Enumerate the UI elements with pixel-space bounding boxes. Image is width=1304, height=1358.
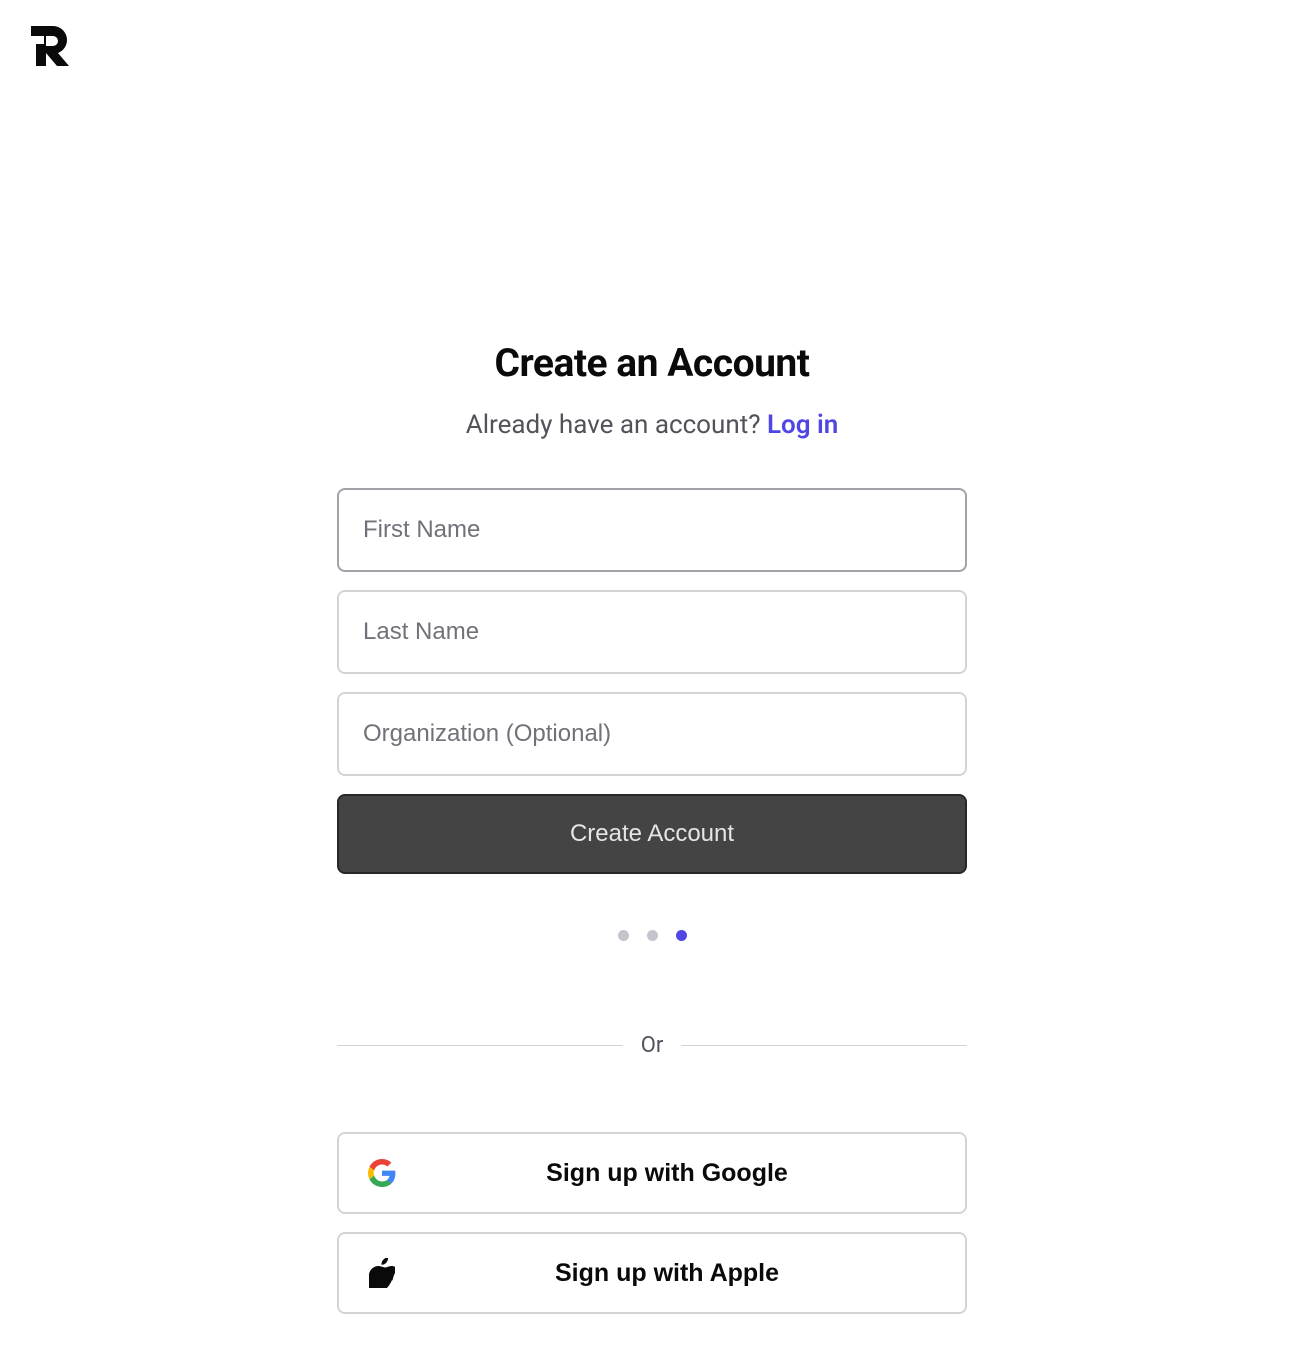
first-name-field[interactable] — [337, 488, 967, 572]
divider-line — [681, 1045, 967, 1046]
signup-card: Create an Account Already have an accoun… — [337, 340, 967, 1314]
divider-label: Or — [641, 1033, 664, 1058]
progress-dots — [618, 930, 687, 941]
divider: Or — [337, 1033, 967, 1058]
google-signup-label: Sign up with Google — [397, 1159, 937, 1188]
organization-field[interactable] — [337, 692, 967, 776]
apple-signup-label: Sign up with Apple — [397, 1259, 937, 1288]
last-name-field[interactable] — [337, 590, 967, 674]
divider-line — [337, 1045, 623, 1046]
social-signup-group: Sign up with Google Sign up with Apple — [337, 1132, 967, 1314]
progress-dot — [647, 930, 658, 941]
progress-dot-active — [676, 930, 687, 941]
signup-form: Create Account — [337, 488, 967, 874]
login-link[interactable]: Log in — [767, 410, 838, 440]
apple-icon — [367, 1258, 397, 1288]
apple-signup-button[interactable]: Sign up with Apple — [337, 1232, 967, 1314]
google-icon — [367, 1159, 397, 1187]
login-prompt-text: Already have an account? — [466, 410, 767, 440]
page-title: Create an Account — [494, 340, 809, 386]
login-prompt: Already have an account? Log in — [466, 410, 839, 440]
google-signup-button[interactable]: Sign up with Google — [337, 1132, 967, 1214]
create-account-button[interactable]: Create Account — [337, 794, 967, 874]
brand-logo — [24, 22, 72, 74]
progress-dot — [618, 930, 629, 941]
